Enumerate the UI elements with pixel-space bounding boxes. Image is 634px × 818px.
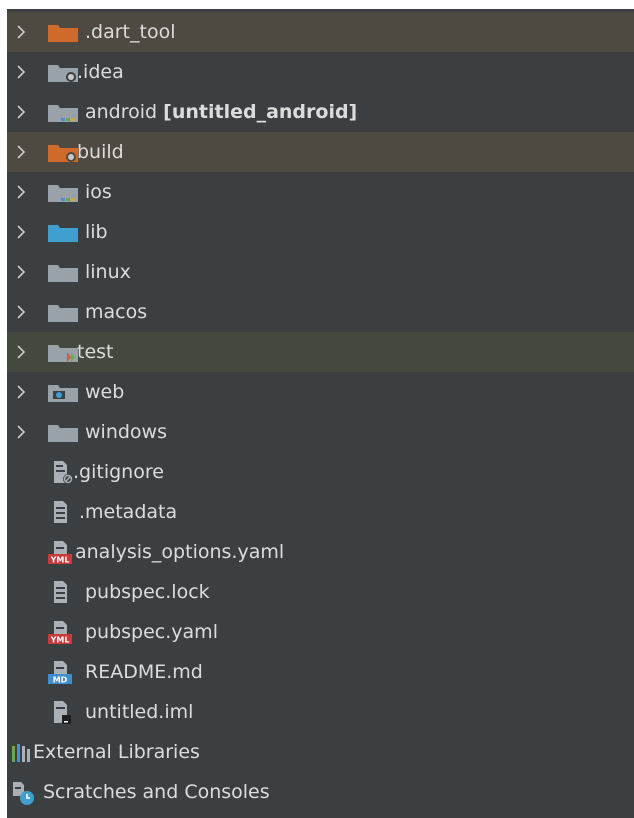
tree-item-web[interactable]: web [7,372,634,412]
chevron-right-icon[interactable] [12,103,30,121]
build-folder-icon [48,145,78,162]
folder-icon [48,305,78,322]
chevron-right-icon[interactable] [12,423,30,441]
tree-item-macos[interactable]: macos [7,292,634,332]
tree-item-label: External Libraries [33,741,200,763]
tree-item-label: analysis_options.yaml [75,541,285,563]
chevron-right-icon[interactable] [12,263,30,281]
tree-item-label: android [untitled_android] [85,101,358,123]
chevron-right-icon[interactable] [12,183,30,201]
tree-item-windows[interactable]: windows [7,412,634,452]
tree-item-android[interactable]: android [untitled_android] [7,92,634,132]
web-folder-icon [48,385,78,402]
tree-item-metadata[interactable]: .metadata [7,492,634,532]
svg-text:MD: MD [53,676,68,685]
tree-item-untitled-iml[interactable]: untitled.iml [7,692,634,732]
folder-icon [48,425,78,442]
text-file-icon [54,581,67,603]
tree-item-ios[interactable]: ios [7,172,634,212]
idea-folder-icon [48,65,78,82]
module-folder-icon [48,105,78,122]
tree-item-label: pubspec.lock [85,581,210,603]
tree-item-scratches[interactable]: Scratches and Consoles [7,772,634,812]
tree-item-label: .metadata [79,501,178,523]
tree-item-label: pubspec.yaml [85,621,218,643]
tree-item-label: build [77,141,124,163]
svg-text:YML: YML [50,636,70,645]
chevron-right-icon[interactable] [12,343,30,361]
iml-file-icon [54,701,71,724]
chevron-right-icon[interactable] [12,63,30,81]
chevron-right-icon[interactable] [12,223,30,241]
tree-item-lib[interactable]: lib [7,212,634,252]
yaml-file-icon: YML [48,541,72,565]
tree-item-label: .gitignore [73,461,164,483]
tree-item-label: macos [85,301,148,323]
yaml-file-icon: YML [48,621,72,645]
tree-item-label: .dart_tool [85,21,176,43]
chevron-right-icon[interactable] [12,23,30,41]
test-folder-icon [48,345,78,362]
tree-item-dart-tool[interactable]: .dart_tool [7,12,634,52]
tree-item-label: ios [85,181,112,203]
excluded-folder-icon [48,25,78,42]
tree-item-label: .idea [77,61,124,83]
tree-item-pubspec-yaml[interactable]: YML pubspec.yaml [7,612,634,652]
tree-item-label: web [85,381,125,403]
markdown-file-icon: MD [48,661,72,685]
tree-item-label: windows [85,421,167,443]
chevron-right-icon[interactable] [12,303,30,321]
module-folder-icon [48,185,78,202]
tree-item-readme[interactable]: MD README.md [7,652,634,692]
chevron-right-icon[interactable] [12,143,30,161]
tree-item-test[interactable]: test [7,332,634,372]
source-folder-icon [48,225,78,242]
scratches-icon [13,782,34,805]
project-tree: .dart_tool .idea android [untitled_andro… [7,9,634,818]
tree-item-idea[interactable]: .idea [7,52,634,92]
tree-item-label: README.md [85,661,203,683]
tree-item-label: lib [85,221,108,243]
folder-icon [48,265,78,282]
tree-item-label: test [77,341,114,363]
chevron-right-icon[interactable] [12,383,30,401]
tree-item-build[interactable]: build [7,132,634,172]
tree-item-label: untitled.iml [85,701,194,723]
tree-item-pubspec-lock[interactable]: pubspec.lock [7,572,634,612]
tree-item-label: Scratches and Consoles [43,781,270,803]
tree-item-external-libraries[interactable]: External Libraries [7,732,634,772]
svg-text:YML: YML [50,556,70,565]
module-name: [untitled_android] [163,101,358,123]
tree-item-label: linux [85,261,131,283]
tree-item-gitignore[interactable]: .gitignore [7,452,634,492]
tree-item-analysis-options[interactable]: YML analysis_options.yaml [7,532,634,572]
tree-item-linux[interactable]: linux [7,252,634,292]
